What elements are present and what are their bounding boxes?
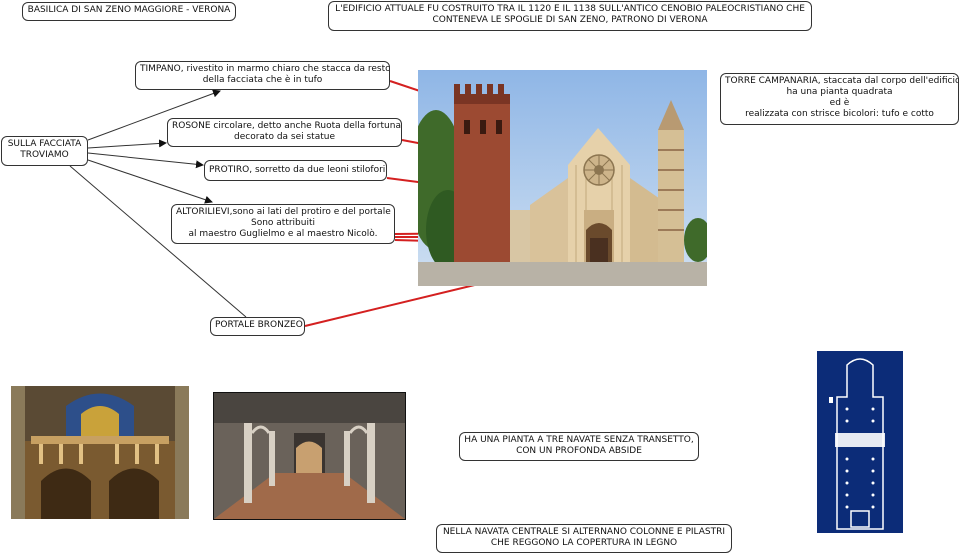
facade-line-2: TROVIAMO [20,150,69,160]
rose-window-line-2: decorato da sei statue [234,132,335,142]
plan-node: HA UNA PIANTA A TRE NAVATE SENZA TRANSET… [459,432,699,461]
plan-line-1: HA UNA PIANTA A TRE NAVATE SENZA TRANSET… [464,435,694,445]
reliefs-line-1: ALTORILIEVI,sono ai lati del protiro e d… [176,207,391,217]
bell-tower-line-3: ed è [829,98,850,108]
crypt-interior-photo [11,386,189,519]
facade-node: SULLA FACCIATA TROVIAMO [1,136,88,166]
arrow-to-rose-window [87,139,167,149]
nave-node: NELLA NAVATA CENTRALE SI ALTERNANO COLON… [436,524,732,553]
rose-window-line-1: ROSONE circolare, detto anche Ruota dell… [172,121,402,131]
title-node: BASILICA DI SAN ZENO MAGGIORE - VERONA [22,2,236,21]
title-text: BASILICA DI SAN ZENO MAGGIORE - VERONA [27,5,231,15]
tympanum-node: TIMPANO, rivestito in marmo chiaro che s… [135,61,390,90]
rose-window-node: ROSONE circolare, detto anche Ruota dell… [167,118,402,147]
tympanum-line-1: TIMPANO, rivestito in marmo chiaro che s… [140,64,390,74]
tympanum-line-2: della facciata che è in tufo [202,75,323,85]
plan-line-2: CON UN PROFONDA ABSIDE [516,446,642,456]
portico-node: PROTIRO, sorretto da due leoni stilofori [204,160,387,181]
bell-tower-line-2: ha una pianta quadrata [786,87,893,97]
history-line-2: CONTENEVA LE SPOGLIE DI SAN ZENO, PATRON… [432,15,708,25]
arrow-to-reliefs [87,159,213,204]
reliefs-line-3: al maestro Guglielmo e al maestro Nicolò… [188,229,378,239]
floor-plan-drawing [817,351,903,533]
bronze-door-node: PORTALE BRONZEO [210,317,305,336]
nave-line-2: CHE REGGONO LA COPERTURA IN LEGNO [490,538,678,548]
bell-tower-node: TORRE CAMPANARIA, staccata dal corpo del… [720,73,959,125]
facade-photo [418,70,707,286]
history-node: L'EDIFICIO ATTUALE FU COSTRUITO TRA IL 1… [328,1,812,31]
nave-interior-photo [213,392,406,520]
history-line-1: L'EDIFICIO ATTUALE FU COSTRUITO TRA IL 1… [335,4,805,14]
bell-tower-line-4: realizzata con strisce bicolori: tufo e … [745,109,934,119]
reliefs-line-2: Sono attribuiti [250,218,315,228]
portico-text: PROTIRO, sorretto da due leoni stilofori [209,165,386,175]
bronze-door-text: PORTALE BRONZEO [215,320,303,330]
nave-line-1: NELLA NAVATA CENTRALE SI ALTERNANO COLON… [442,527,726,537]
reliefs-node: ALTORILIEVI,sono ai lati del protiro e d… [171,204,395,244]
bell-tower-line-1: TORRE CAMPANARIA, staccata dal corpo del… [725,76,959,86]
arrow-to-portico [87,152,204,169]
facade-line-1: SULLA FACCIATA [7,139,82,149]
